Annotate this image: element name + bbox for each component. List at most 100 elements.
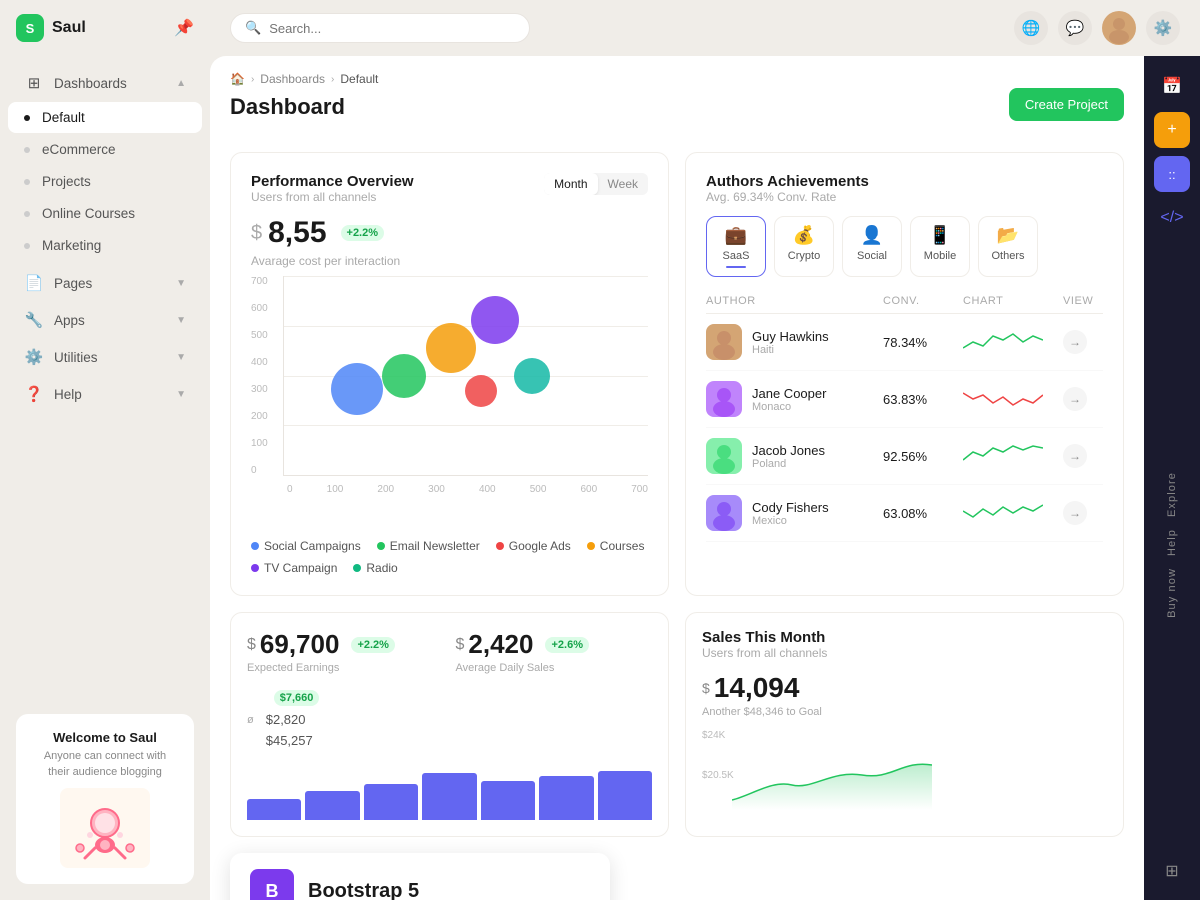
welcome-image [60, 788, 150, 868]
pin-icon[interactable]: 📌 [174, 18, 194, 38]
breadcrumb-dashboards[interactable]: Dashboards [260, 72, 325, 86]
sidebar-item-dashboards[interactable]: ⊞ Dashboards ▲ [8, 65, 202, 101]
search-input[interactable] [269, 21, 515, 36]
author-info: Guy Hawkins Haiti [706, 324, 883, 360]
daily-value: 2,420 [468, 629, 533, 660]
search-box[interactable]: 🔍 [230, 13, 530, 43]
saas-icon: 💼 [725, 225, 747, 246]
bootstrap-card: B Bootstrap 5 [230, 853, 610, 900]
bar [539, 776, 593, 820]
sidebar-item-marketing[interactable]: Marketing [8, 230, 202, 261]
sidebar-item-projects[interactable]: Projects [8, 166, 202, 197]
view-button[interactable]: → [1063, 501, 1087, 525]
avatar [706, 381, 742, 417]
sidebar-item-apps[interactable]: 🔧 Apps ▼ [8, 302, 202, 338]
table-row: Guy Hawkins Haiti 78.34% → [706, 314, 1103, 371]
topbar-right: 🌐 💬 ⚙️ [1014, 11, 1180, 45]
daily-label: Average Daily Sales [456, 662, 653, 674]
metric-badge: +2.2% [341, 225, 385, 241]
page-title: Dashboard [230, 94, 378, 120]
legend-radio: Radio [353, 561, 397, 575]
buy-section: Buy now [1166, 568, 1178, 618]
author-conv: 63.83% [883, 392, 963, 407]
metric-value: 8,55 [268, 216, 326, 250]
x-axis: 0 100 200 300 400 500 600 700 [283, 484, 648, 495]
author-conv: 92.56% [883, 449, 963, 464]
code-icon[interactable]: </> [1154, 200, 1190, 236]
settings-icon[interactable]: ⚙️ [1146, 11, 1180, 45]
sidebar-item-pages[interactable]: 📄 Pages ▼ [8, 265, 202, 301]
bar [305, 791, 359, 820]
bubble-ads [465, 375, 497, 407]
sidebar-item-ecommerce[interactable]: eCommerce [8, 134, 202, 165]
view-button[interactable]: → [1063, 387, 1087, 411]
author-country: Poland [752, 458, 825, 470]
calendar-icon[interactable]: 📅 [1154, 68, 1190, 104]
expected-value: 69,700 [260, 629, 340, 660]
avatar[interactable] [1102, 11, 1136, 45]
sales-title: Sales This Month [702, 629, 1107, 646]
table-row: Jacob Jones Poland 92.56% → [706, 428, 1103, 485]
add-icon[interactable]: + [1154, 112, 1190, 148]
chevron-down-icon: ▼ [176, 278, 186, 289]
breadcrumb-home[interactable]: 🏠 [230, 72, 245, 86]
sidebar-item-online-courses[interactable]: Online Courses [8, 198, 202, 229]
tab-mobile[interactable]: 📱 Mobile [910, 216, 970, 277]
mobile-icon: 📱 [929, 225, 951, 246]
author-name: Guy Hawkins [752, 329, 829, 344]
app-logo: S [16, 14, 44, 42]
app-name: Saul [52, 19, 86, 37]
grid-icon[interactable]: :: [1154, 156, 1190, 192]
bubble-chart [283, 276, 648, 476]
buy-label: Buy now [1166, 568, 1178, 618]
create-project-button[interactable]: Create Project [1009, 88, 1124, 121]
sidebar-item-help[interactable]: ❓ Help ▼ [8, 376, 202, 412]
bar [598, 771, 652, 820]
view-button[interactable]: → [1063, 444, 1087, 468]
welcome-title: Welcome to Saul [32, 730, 178, 745]
help-label: Help [1166, 529, 1178, 556]
sales-card: Sales This Month Users from all channels… [685, 612, 1124, 837]
sidebar-item-utilities[interactable]: ⚙️ Utilities ▼ [8, 339, 202, 375]
daily-sales: $ 2,420 +2.6% Average Daily Sales [456, 629, 653, 674]
sidebar-header: S Saul 📌 [0, 0, 210, 56]
help-section: Help [1166, 529, 1178, 556]
view-button[interactable]: → [1063, 330, 1087, 354]
others-icon: 📂 [997, 225, 1019, 246]
tab-crypto[interactable]: 💰 Crypto [774, 216, 834, 277]
month-toggle[interactable]: Month [544, 173, 597, 195]
nav-dot [24, 243, 30, 249]
sales-subtitle: Users from all channels [702, 646, 1107, 660]
chevron-up-icon: ▲ [176, 78, 186, 89]
notifications-icon[interactable]: 🌐 [1014, 11, 1048, 45]
sidebar-item-default[interactable]: Default [8, 102, 202, 133]
right-panel: 📅 + :: </> Explore Help Buy now ⊞ → [1144, 56, 1200, 900]
bootstrap-card-container: B Bootstrap 5 [230, 853, 610, 900]
bubble-social [331, 363, 383, 415]
tab-social[interactable]: 👤 Social [842, 216, 902, 277]
bar [247, 799, 301, 820]
author-info: Cody Fishers Mexico [706, 495, 883, 531]
chart-legend: Social Campaigns Email Newsletter Google… [251, 539, 648, 575]
main-area: 🔍 🌐 💬 ⚙️ 🏠 [210, 0, 1200, 900]
messages-icon[interactable]: 💬 [1058, 11, 1092, 45]
header-row: 🏠 › Dashboards › Default Dashboard Creat… [230, 72, 1124, 136]
daily-badge: +2.6% [545, 637, 589, 653]
chevron-down-icon: ▼ [176, 389, 186, 400]
sparkline [963, 328, 1043, 356]
bar-chart [247, 760, 652, 820]
welcome-card: Welcome to Saul Anyone can connect with … [16, 714, 194, 884]
content-main: 🏠 › Dashboards › Default Dashboard Creat… [210, 56, 1144, 900]
panel-icon-bottom[interactable]: ⊞ [1154, 853, 1190, 889]
tab-others[interactable]: 📂 Others [978, 216, 1038, 277]
week-toggle[interactable]: Week [598, 173, 648, 195]
sparkline [963, 499, 1043, 527]
table-header: AUTHOR CONV. CHART VIEW [706, 289, 1103, 314]
tab-saas[interactable]: 💼 SaaS [706, 216, 766, 277]
performance-card-header: Performance Overview Users from all chan… [251, 173, 648, 204]
legend-tv: TV Campaign [251, 561, 337, 575]
legend-email: Email Newsletter [377, 539, 480, 553]
sales-chart: $24K $20.5K [702, 730, 1107, 810]
authors-header: Authors Achievements Avg. 69.34% Conv. R… [706, 173, 1103, 204]
search-icon: 🔍 [245, 20, 261, 36]
